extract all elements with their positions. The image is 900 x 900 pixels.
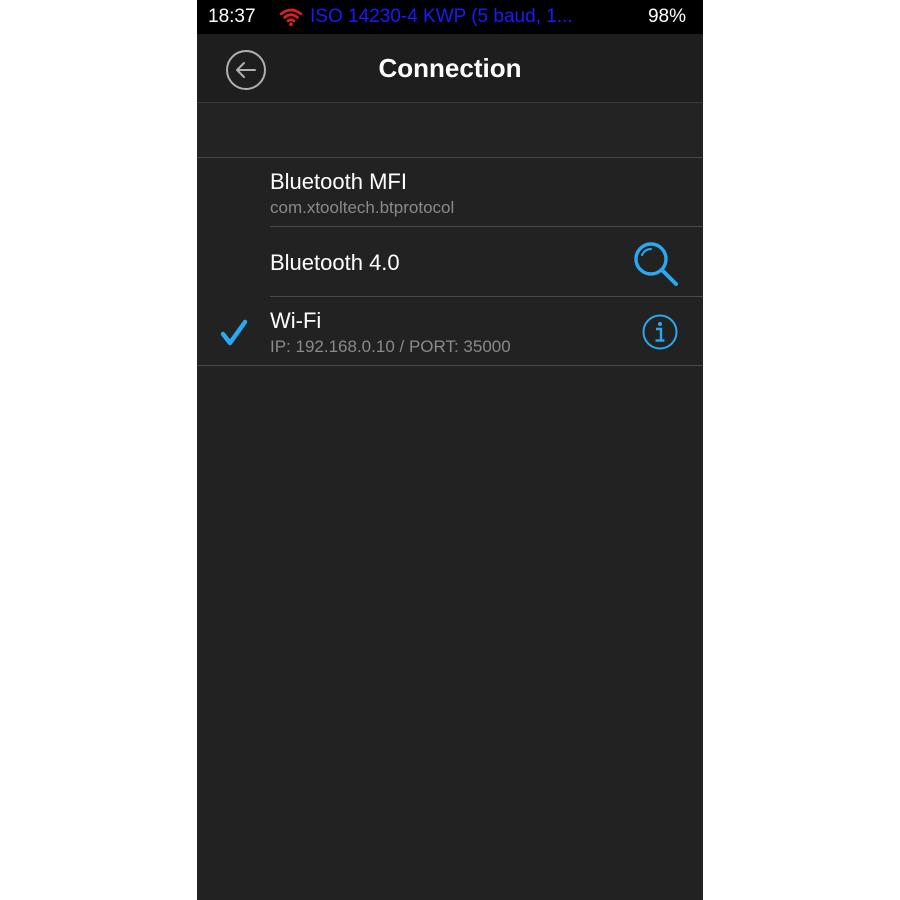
status-protocol-text: ISO 14230-4 KWP (5 baud, 1...: [310, 6, 573, 27]
status-battery: 98%: [647, 6, 686, 27]
section-header-band: [197, 103, 703, 158]
wifi-icon: [279, 7, 303, 27]
navigation-bar: Connection: [197, 34, 703, 103]
connection-title: Bluetooth MFI: [270, 169, 407, 194]
info-button[interactable]: [641, 313, 679, 351]
connection-subtitle: com.xtooltech.btprotocol: [270, 198, 455, 217]
status-time: 18:37: [208, 6, 256, 27]
phone-screen: 18:37 ISO 14230-4 KWP (5 baud, 1... 98% …: [197, 0, 703, 900]
row-divider: [197, 365, 703, 366]
connection-row-wifi[interactable]: Wi-Fi IP: 192.168.0.10 / PORT: 35000: [197, 297, 703, 366]
connection-subtitle: IP: 192.168.0.10 / PORT: 35000: [270, 337, 511, 356]
search-icon: [634, 242, 678, 286]
status-bar: 18:37 ISO 14230-4 KWP (5 baud, 1... 98%: [197, 0, 703, 34]
connection-title: Wi-Fi: [270, 308, 322, 333]
info-icon: [642, 314, 678, 350]
checkmark-icon: [219, 319, 249, 347]
page-title: Connection: [378, 53, 522, 83]
connection-row-bluetooth-mfi[interactable]: Bluetooth MFI com.xtooltech.btprotocol: [197, 158, 703, 227]
search-button[interactable]: [631, 239, 679, 287]
connection-row-bluetooth-4[interactable]: Bluetooth 4.0: [197, 227, 703, 297]
connection-title: Bluetooth 4.0: [270, 250, 400, 275]
